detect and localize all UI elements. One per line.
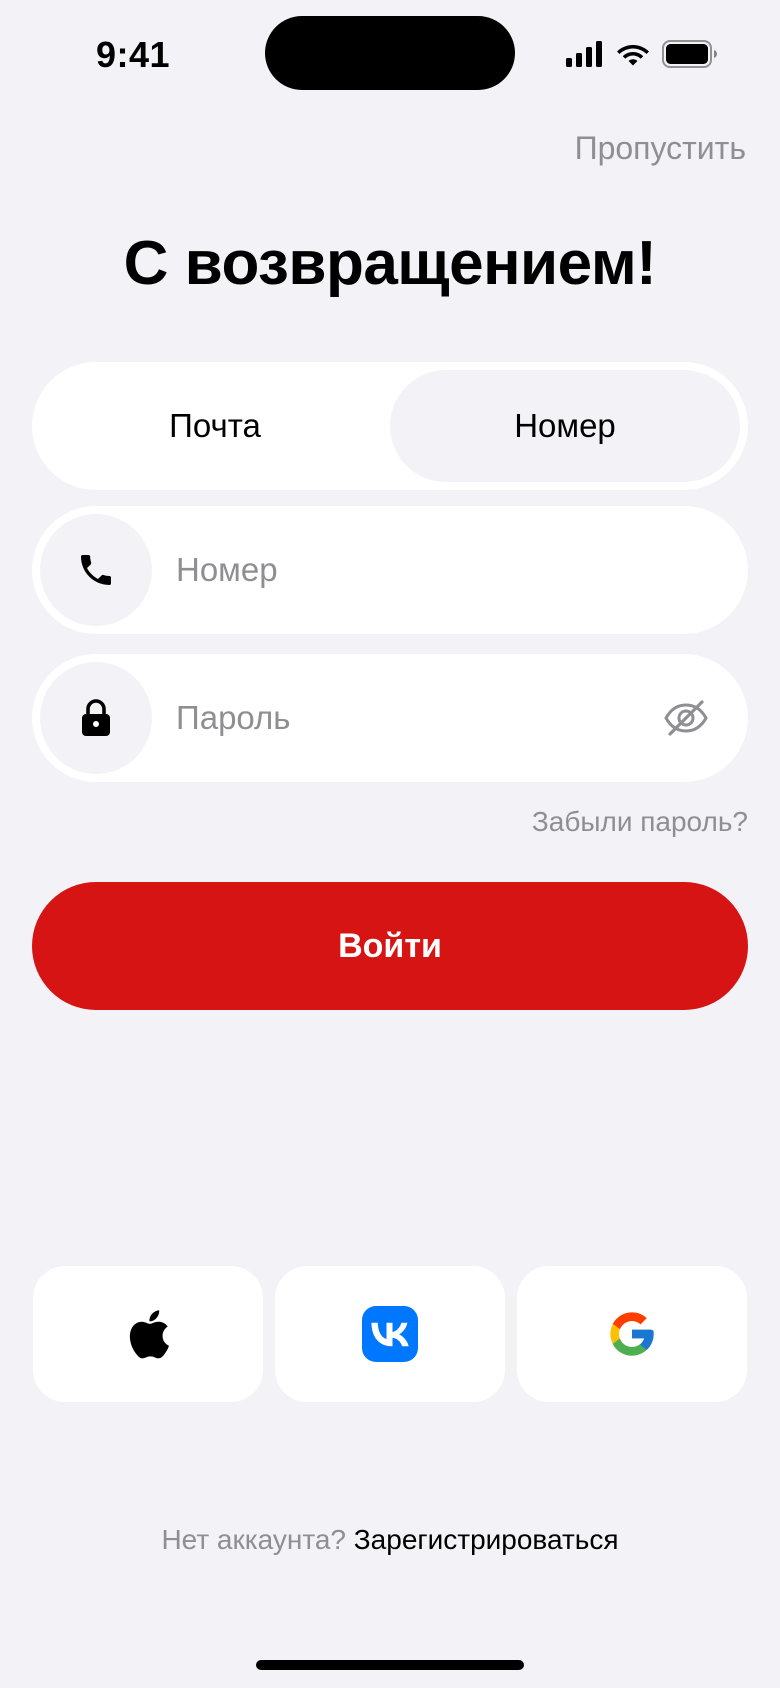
wifi-icon	[617, 45, 649, 66]
register-link[interactable]: Зарегистрироваться	[354, 1524, 619, 1555]
login-method-segmented-control: Почта Номер	[32, 362, 748, 490]
vk-login-button[interactable]	[275, 1266, 505, 1402]
battery-icon	[662, 40, 717, 68]
google-icon	[610, 1312, 654, 1356]
apple-login-button[interactable]	[33, 1266, 263, 1402]
phone-input[interactable]	[176, 506, 636, 634]
segment-email[interactable]: Почта	[40, 370, 390, 482]
register-row: Нет аккаунта? Зарегистрироваться	[0, 1524, 780, 1556]
password-input[interactable]	[176, 654, 636, 782]
status-time: 9:41	[96, 34, 171, 75]
vk-icon	[362, 1306, 418, 1362]
cellular-signal-icon	[566, 41, 602, 67]
phone-field[interactable]	[32, 506, 748, 634]
segment-phone[interactable]: Номер	[390, 370, 740, 482]
lock-icon-container	[40, 662, 152, 774]
phone-icon-container	[40, 514, 152, 626]
page-title: С возвращением!	[123, 229, 657, 298]
google-login-button[interactable]	[517, 1266, 747, 1402]
status-icons	[566, 38, 718, 70]
forgot-password-link[interactable]: Забыли пароль?	[532, 806, 748, 838]
skip-button[interactable]: Пропустить	[575, 130, 746, 167]
eye-slash-icon	[664, 700, 708, 736]
apple-icon	[129, 1310, 169, 1359]
password-field[interactable]	[32, 654, 748, 782]
toggle-password-visibility-button[interactable]	[662, 694, 710, 742]
dynamic-island	[265, 16, 515, 90]
no-account-label: Нет аккаунта?	[161, 1524, 346, 1555]
lock-icon	[82, 699, 110, 736]
phone-icon	[81, 555, 111, 585]
login-button[interactable]: Войти	[32, 882, 748, 1010]
home-indicator	[256, 1660, 524, 1670]
